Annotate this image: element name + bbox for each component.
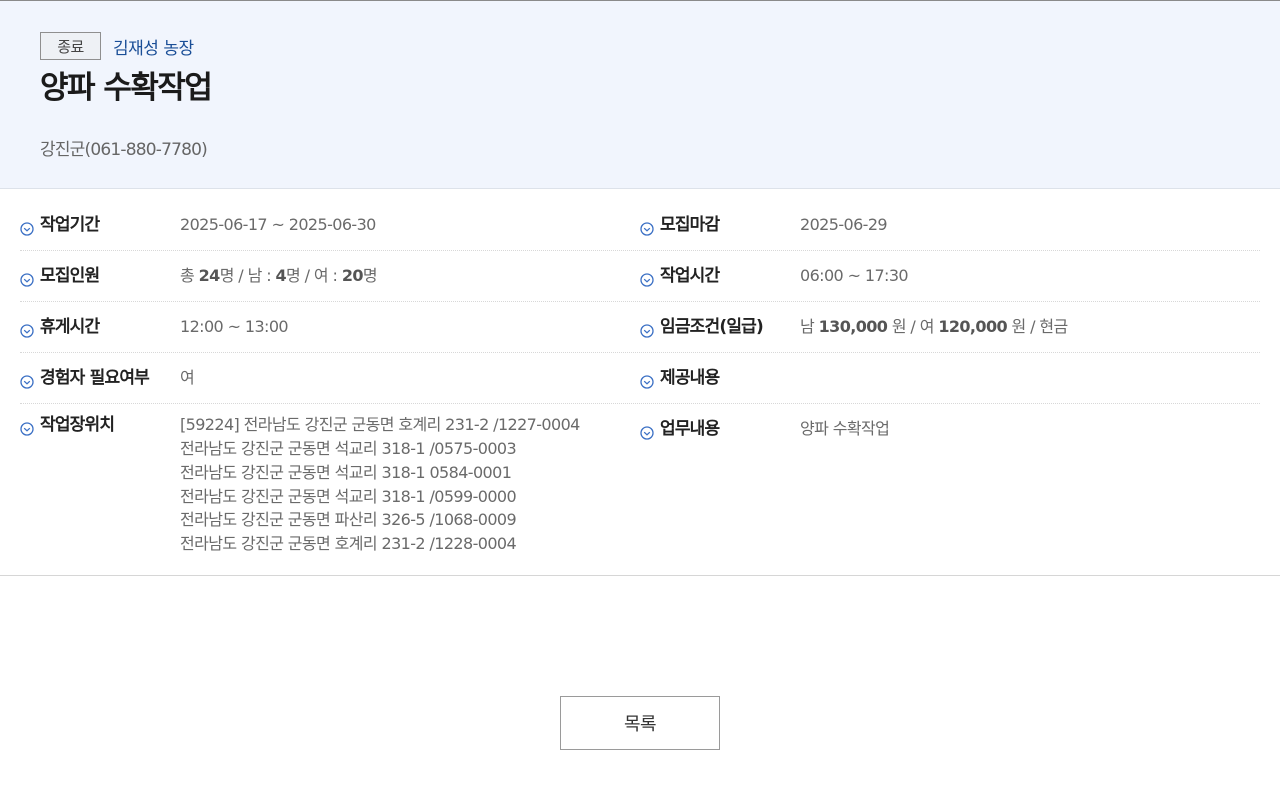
work-time-label: 작업시간: [660, 266, 720, 286]
count-suffix: 명: [362, 266, 378, 285]
task-cell: 업무내용 양파 수확작업: [640, 404, 1260, 569]
female-prefix: 명 / 여 :: [286, 266, 338, 285]
provision-cell: 제공내용: [640, 353, 1260, 403]
info-row: 작업기간 2025-06-17 ~ 2025-06-30 모집마감 2025-0…: [20, 200, 1260, 251]
task-value: 양파 수확작업: [800, 419, 890, 438]
recruit-deadline-cell: 모집마감 2025-06-29: [640, 200, 1260, 250]
check-circle-icon: [640, 375, 654, 389]
break-time-value: 12:00 ~ 13:00: [180, 317, 289, 336]
list-button[interactable]: 목록: [560, 696, 720, 750]
break-time-cell: 휴게시간 12:00 ~ 13:00: [20, 302, 640, 352]
address-line: 전라남도 강진군 군동면 석교리 318-1 0584-0001: [180, 462, 512, 482]
work-period-label: 작업기간: [40, 215, 100, 235]
work-time-value: 06:00 ~ 17:30: [800, 266, 909, 285]
address-line: 전라남도 강진군 군동면 석교리 318-1 /0575-0003: [180, 439, 517, 458]
experience-value: 여: [180, 368, 195, 387]
check-circle-icon: [20, 222, 34, 236]
status-row: 종료 김재성 농장: [40, 32, 194, 60]
male-count: 4: [275, 266, 287, 285]
provision-label: 제공내용: [660, 368, 720, 388]
farm-name: 김재성 농장: [113, 38, 194, 59]
address-line: 전라남도 강진군 군동면 호계리 231-2 /1228-0004: [180, 534, 517, 554]
work-time-cell: 작업시간 06:00 ~ 17:30: [640, 251, 1260, 301]
check-circle-icon: [20, 324, 34, 338]
status-badge: 종료: [40, 32, 101, 60]
check-circle-icon: [20, 273, 34, 287]
job-info-table: 작업기간 2025-06-17 ~ 2025-06-30 모집마감 2025-0…: [20, 200, 1260, 569]
check-circle-icon: [640, 324, 654, 338]
experience-label: 경험자 필요여부: [40, 368, 150, 388]
check-circle-icon: [20, 422, 34, 436]
check-circle-icon: [640, 222, 654, 236]
wage-label: 임금조건(일급): [660, 317, 764, 337]
address-line: [59224] 전라남도 강진군 군동면 호계리 231-2 /1227-000…: [180, 415, 580, 434]
recruit-deadline-label: 모집마감: [660, 215, 720, 235]
female-count: 20: [341, 266, 364, 285]
check-circle-icon: [640, 273, 654, 287]
info-row: 작업장위치 [59224] 전라남도 강진군 군동면 호계리 231-2 /12…: [20, 404, 1260, 569]
total-count: 24: [198, 266, 221, 285]
wage-female-amount: 120,000: [938, 317, 1008, 336]
recruit-count-value: 총 24명 / 남 : 4명 / 여 : 20명: [180, 264, 378, 288]
wage-suffix: 원 / 현금: [1011, 317, 1069, 336]
location-label: 작업장위치: [40, 415, 115, 435]
work-period-cell: 작업기간 2025-06-17 ~ 2025-06-30: [20, 200, 640, 250]
section-divider: [0, 575, 1280, 576]
recruit-count-label: 모집인원: [40, 266, 100, 286]
recruit-deadline-value: 2025-06-29: [800, 215, 888, 234]
wage-male-amount: 130,000: [818, 317, 888, 336]
check-circle-icon: [20, 375, 34, 389]
male-prefix: 명 / 남 :: [219, 266, 272, 285]
info-row: 휴게시간 12:00 ~ 13:00 임금조건(일급) 남 130,000 원 …: [20, 302, 1260, 353]
break-time-label: 휴게시간: [40, 317, 100, 337]
experience-cell: 경험자 필요여부 여: [20, 353, 640, 403]
wage-cell: 임금조건(일급) 남 130,000 원 / 여 120,000 원 / 현금: [640, 302, 1260, 352]
wage-value: 남 130,000 원 / 여 120,000 원 / 현금: [800, 315, 1068, 339]
info-row: 모집인원 총 24명 / 남 : 4명 / 여 : 20명 작업시간 06:00…: [20, 251, 1260, 302]
address-line: 전라남도 강진군 군동면 파산리 326-5 /1068-0009: [180, 510, 517, 530]
check-circle-icon: [640, 426, 654, 440]
info-row: 경험자 필요여부 여 제공내용: [20, 353, 1260, 404]
location-cell: 작업장위치 [59224] 전라남도 강진군 군동면 호계리 231-2 /12…: [20, 404, 640, 569]
wage-male-prefix: 남: [800, 317, 815, 336]
address-line: 전라남도 강진군 군동면 석교리 318-1 /0599-0000: [180, 486, 517, 506]
work-period-value: 2025-06-17 ~ 2025-06-30: [180, 215, 376, 234]
job-header: 종료 김재성 농장 양파 수확작업 강진군(061-880-7780): [0, 0, 1280, 189]
contact-info: 강진군(061-880-7780): [40, 140, 208, 160]
recruit-count-cell: 모집인원 총 24명 / 남 : 4명 / 여 : 20명: [20, 251, 640, 301]
page-title: 양파 수확작업: [40, 70, 213, 106]
location-value: [59224] 전라남도 강진군 군동면 호계리 231-2 /1227-000…: [180, 413, 580, 556]
task-label: 업무내용: [660, 419, 720, 439]
total-prefix: 총: [180, 266, 195, 285]
wage-female-prefix: 원 / 여: [891, 317, 935, 336]
